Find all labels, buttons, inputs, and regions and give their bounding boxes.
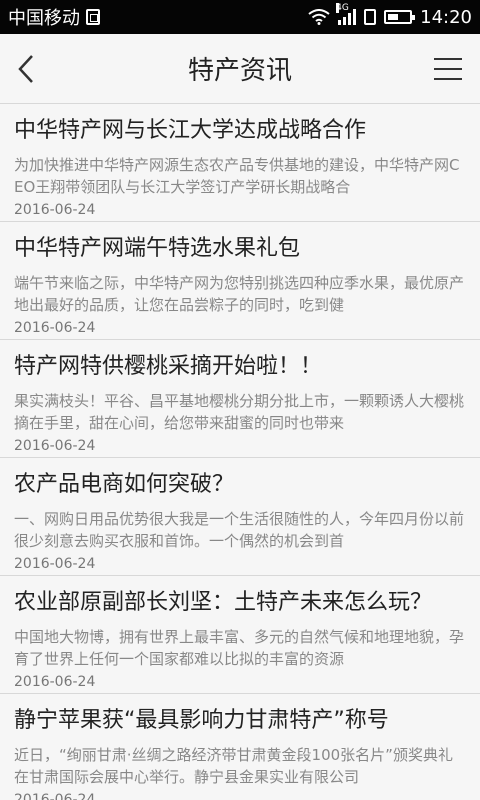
news-title: 农业部原副部长刘坚：土特产未来怎么玩？	[14, 590, 433, 615]
menu-button[interactable]	[434, 58, 462, 80]
news-item[interactable]: 特产网特供樱桃采摘开始啦！！ 果实满枝头！平谷、昌平基地樱桃分期分批上市，一颗颗…	[0, 340, 480, 458]
news-date: 2016-06-24	[14, 556, 96, 572]
network-type: 4G	[336, 3, 349, 13]
news-item[interactable]: 中华特产网端午特选水果礼包 端午节来临之际，中华特产网为您特别挑选四种应季水果，…	[0, 222, 480, 340]
status-right: 4G 14:20	[308, 3, 472, 28]
battery-icon	[384, 10, 416, 24]
news-summary: 端午节来临之际，中华特产网为您特别挑选四种应季水果，最优原产地出最好的品质，让您…	[14, 274, 465, 314]
menu-icon	[434, 58, 462, 80]
news-item[interactable]: 静宁苹果获“最具影响力甘肃特产”称号 近日，“绚丽甘肃·丝绸之路经济带甘肃黄金段…	[0, 694, 480, 800]
news-title: 中华特产网与长江大学达成战略合作	[14, 118, 367, 143]
sim-icon	[86, 9, 100, 25]
news-list: 中华特产网与长江大学达成战略合作 为加快推进中华特产网源生态农产品专供基地的建设…	[0, 104, 480, 800]
news-date: 2016-06-24	[14, 202, 96, 218]
back-button[interactable]	[14, 52, 42, 86]
signal-icon: 4G	[336, 3, 357, 25]
page-title: 特产资讯	[187, 56, 292, 86]
news-date: 2016-06-24	[14, 674, 96, 690]
news-summary: 为加快推进中华特产网源生态农产品专供基地的建设，中华特产网CEO王翔带领团队与长…	[14, 156, 460, 196]
news-summary: 中国地大物博，拥有世界上最丰富、多元的自然气候和地理地貌，孕育了世界上任何一个国…	[14, 628, 465, 668]
news-title: 农产品电商如何突破？	[14, 472, 235, 497]
news-date: 2016-06-24	[14, 438, 96, 454]
news-title: 特产网特供樱桃采摘开始啦！！	[14, 354, 323, 379]
news-summary: 果实满枝头！平谷、昌平基地樱桃分期分批上市，一颗颗诱人大樱桃摘在手里，甜在心间，…	[14, 392, 465, 432]
news-summary: 一、网购日用品优势很大我是一个生活很随性的人，今年四月份以前很少刻意去购买衣服和…	[14, 510, 465, 550]
news-date: 2016-06-24	[14, 792, 96, 800]
news-item[interactable]: 农业部原副部长刘坚：土特产未来怎么玩？ 中国地大物博，拥有世界上最丰富、多元的自…	[0, 576, 480, 694]
news-item[interactable]: 中华特产网与长江大学达成战略合作 为加快推进中华特产网源生态农产品专供基地的建设…	[0, 104, 480, 222]
phone-icon	[364, 9, 377, 25]
news-summary: 近日，“绚丽甘肃·丝绸之路经济带甘肃黄金段100张名片”颁奖典礼在甘肃国际会展中…	[14, 746, 453, 786]
news-title: 中华特产网端午特选水果礼包	[14, 236, 301, 261]
status-left: 中国移动	[8, 4, 100, 30]
news-item[interactable]: 农产品电商如何突破？ 一、网购日用品优势很大我是一个生活很随性的人，今年四月份以…	[0, 458, 480, 576]
news-title: 静宁苹果获“最具影响力甘肃特产”称号	[14, 708, 389, 733]
chevron-left-icon	[18, 55, 33, 83]
app-header: 特产资讯	[0, 34, 480, 104]
news-date: 2016-06-24	[14, 320, 96, 336]
status-bar: 中国移动 4G 14:20	[0, 0, 480, 34]
clock: 14:20	[420, 6, 472, 28]
wifi-icon	[308, 9, 330, 25]
carrier-name: 中国移动	[8, 8, 80, 29]
